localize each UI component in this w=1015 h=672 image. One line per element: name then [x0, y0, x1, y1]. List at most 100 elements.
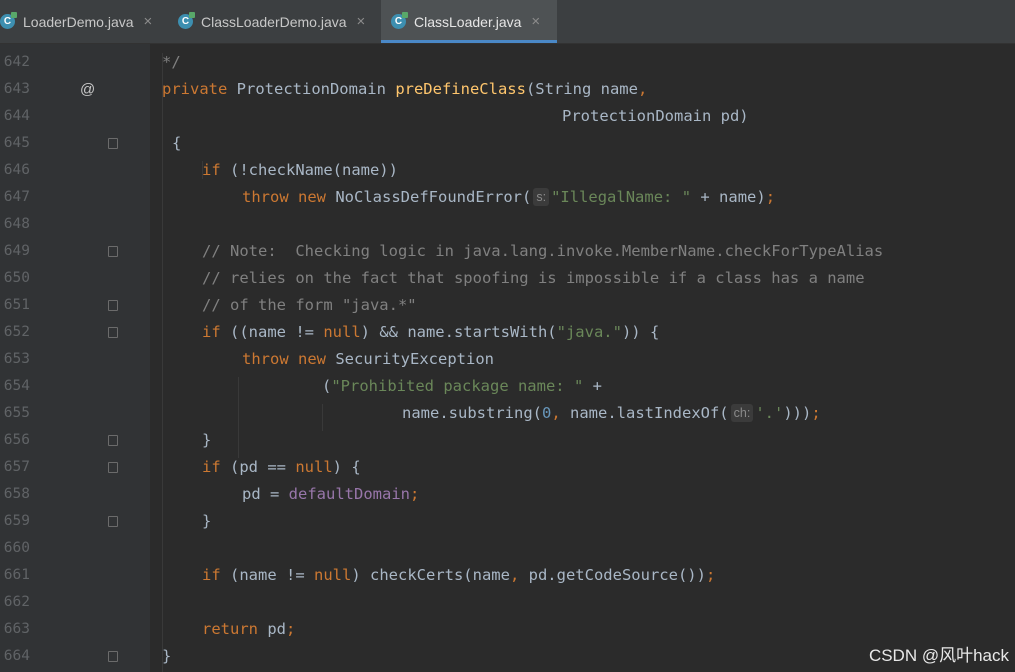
- keyword-token: throw: [242, 350, 289, 368]
- code-line: 661 if (name != null) checkCerts(name, p…: [0, 562, 1015, 589]
- line-number: 650: [3, 270, 30, 286]
- code-editor[interactable]: 642 */ 643 @ private ProtectionDomain pr…: [0, 44, 1015, 672]
- keyword-token: if: [202, 566, 221, 584]
- code-text: }: [202, 512, 212, 530]
- code-text: if (pd == null) {: [202, 454, 361, 481]
- override-marker-icon[interactable]: @: [80, 76, 95, 103]
- semicolon-token: ;: [705, 566, 716, 584]
- code-token: name.substring(: [402, 404, 542, 422]
- line-number: 648: [3, 216, 30, 232]
- code-line: 648: [0, 211, 1015, 238]
- fold-marker-icon[interactable]: [108, 516, 118, 527]
- line-number: 655: [3, 405, 30, 421]
- close-icon[interactable]: ×: [357, 13, 366, 30]
- line-number: 659: [3, 513, 30, 529]
- fold-marker-icon[interactable]: [108, 300, 118, 311]
- keyword-token: new: [298, 350, 327, 368]
- code-line: 653 throw new SecurityException: [0, 346, 1015, 373]
- parameter-hint: ch:: [730, 404, 754, 422]
- code-token: SecurityException: [326, 350, 494, 368]
- type-token: ProtectionDomain: [227, 80, 396, 98]
- line-number: 662: [3, 594, 30, 610]
- fold-marker-icon[interactable]: [108, 462, 118, 473]
- code-line: 657 if (pd == null) {: [0, 454, 1015, 481]
- code-line: 655 name.substring(0, name.lastIndexOf(c…: [0, 400, 1015, 427]
- fold-marker-icon[interactable]: [108, 246, 118, 257]
- code-token: (name !=: [220, 566, 314, 584]
- line-number: 656: [3, 432, 30, 448]
- code-text: }: [202, 431, 212, 449]
- keyword-token: null: [314, 566, 352, 584]
- code-token: pd =: [242, 485, 289, 503]
- watermark: CSDN @风叶hack: [868, 646, 1009, 665]
- semicolon-token: ;: [410, 485, 420, 503]
- keyword-token: if: [202, 161, 221, 179]
- keyword-token: if: [202, 458, 221, 476]
- code-line: 643 @ private ProtectionDomain preDefine…: [0, 76, 1015, 103]
- semicolon-token: ;: [286, 620, 296, 638]
- code-line: 663 return pd;: [0, 616, 1015, 643]
- tab-loaderdemo[interactable]: C LoaderDemo.java ×: [0, 0, 168, 43]
- line-number: 646: [3, 162, 30, 178]
- string-token: "IllegalName: ": [551, 188, 692, 206]
- code-text: {: [172, 134, 182, 152]
- code-text: throw new SecurityException: [242, 346, 494, 373]
- code-line: 642 */: [0, 49, 1015, 76]
- code-line: 644 ProtectionDomain pd): [0, 103, 1015, 130]
- string-token: "Prohibited package name: ": [331, 377, 584, 395]
- line-number: 651: [3, 297, 30, 313]
- comma-token: ,: [637, 80, 648, 98]
- code-text: name.substring(0, name.lastIndexOf(ch: '.…: [402, 400, 821, 427]
- code-token: pd.getCodeSource()): [528, 566, 706, 584]
- tab-classloaderdemo[interactable]: C ClassLoaderDemo.java ×: [178, 0, 378, 43]
- line-number: 647: [3, 189, 30, 205]
- comment-token: // relies on the fact that spoofing is i…: [202, 269, 865, 287]
- code-token: ) && name.startsWith(: [360, 323, 557, 341]
- code-line: 647 throw new NoClassDefFoundError(s: "Il…: [0, 184, 1015, 211]
- fold-marker-icon[interactable]: [108, 327, 118, 338]
- string-token: "java.": [556, 323, 622, 341]
- fold-marker-icon[interactable]: [108, 138, 118, 149]
- semicolon-token: ;: [765, 188, 776, 206]
- code-line: 650 // relies on the fact that spoofing …: [0, 265, 1015, 292]
- number-token: 0: [541, 404, 552, 422]
- code-line: 659 }: [0, 508, 1015, 535]
- java-class-icon: C: [0, 12, 17, 29]
- code-text: ("Prohibited package name: " +: [322, 373, 602, 400]
- code-text: throw new NoClassDefFoundError(s: "Illega…: [242, 184, 775, 211]
- code-text: if (!checkName(name)): [202, 157, 398, 184]
- code-text: pd = defaultDomain;: [242, 481, 419, 508]
- code-text: return pd;: [202, 616, 295, 643]
- keyword-token: null: [323, 323, 361, 341]
- field-token: defaultDomain: [288, 485, 410, 503]
- code-token: NoClassDefFoundError(: [326, 188, 532, 206]
- code-text: if (name != null) checkCerts(name, pd.ge…: [202, 562, 715, 589]
- line-number: 657: [3, 459, 30, 475]
- code-text: ProtectionDomain pd): [562, 107, 749, 125]
- comma-token: ,: [509, 566, 529, 584]
- tab-label: ClassLoader.java: [414, 13, 522, 30]
- code-token: ) checkCerts(name: [351, 566, 510, 584]
- line-number: 643: [3, 81, 30, 97]
- code-token: ((name !=: [220, 323, 324, 341]
- close-icon[interactable]: ×: [531, 13, 540, 30]
- param-token: (String name: [525, 80, 638, 98]
- code-line: 652 if ((name != null) && name.startsWit…: [0, 319, 1015, 346]
- java-class-icon: C: [178, 12, 195, 29]
- fold-marker-icon[interactable]: [108, 435, 118, 446]
- tab-classloader[interactable]: C ClassLoader.java ×: [381, 0, 557, 43]
- java-class-icon: C: [391, 12, 408, 29]
- keyword-token: if: [202, 323, 221, 341]
- close-icon[interactable]: ×: [144, 13, 153, 30]
- keyword-token: new: [298, 188, 327, 206]
- line-number: 652: [3, 324, 30, 340]
- line-number: 649: [3, 243, 30, 259]
- code-text: }: [162, 647, 172, 665]
- code-line: 651 // of the form "java.*": [0, 292, 1015, 319]
- code-token: pd: [258, 620, 286, 638]
- line-number: 660: [3, 540, 30, 556]
- semicolon-token: ;: [811, 404, 821, 422]
- fold-marker-icon[interactable]: [108, 651, 118, 662]
